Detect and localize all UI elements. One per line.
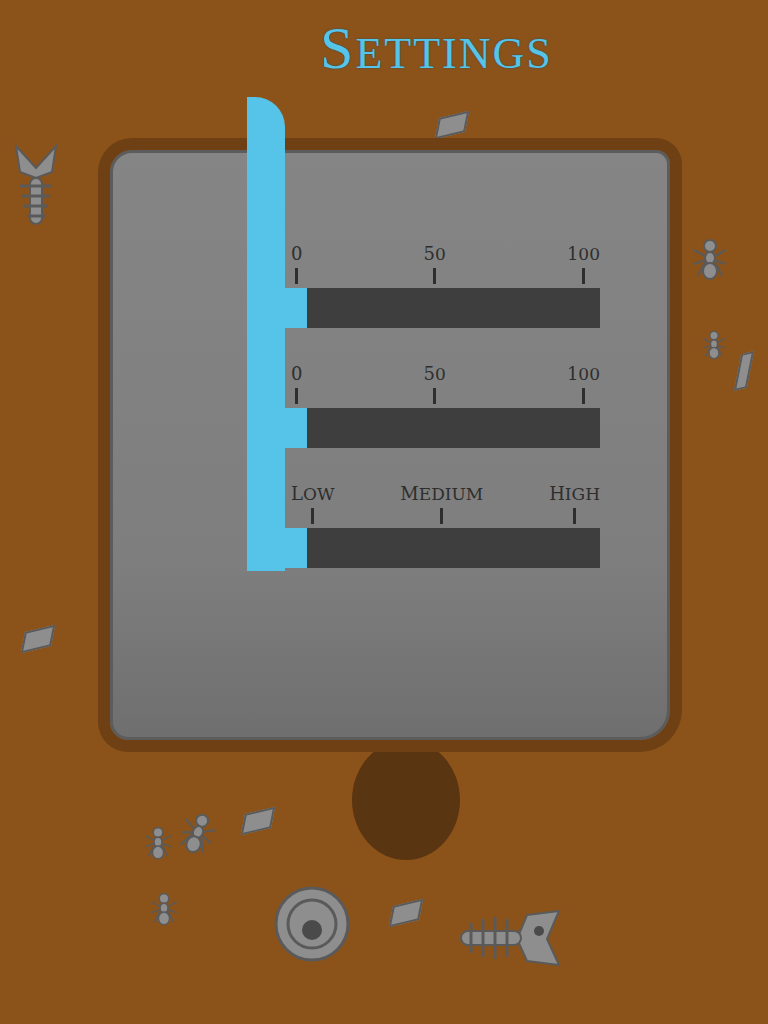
slider-scale: LOW MEDIUM HIGH: [285, 480, 600, 528]
scale-tick: 50: [424, 244, 446, 288]
water-pipe: [247, 153, 285, 571]
slider-bar: [285, 408, 600, 448]
scale-tick: 100: [567, 364, 600, 408]
rock-shard: [389, 899, 424, 927]
scale-tick: HIGH: [549, 484, 600, 528]
tick-label: HIGH: [549, 484, 600, 504]
ant-icon: [172, 804, 225, 859]
tick-mark: [295, 388, 298, 404]
fish-skeleton-icon: [455, 905, 565, 971]
slider-track[interactable]: [307, 408, 600, 448]
pipe-connector: [285, 288, 307, 328]
ant-icon: [142, 824, 174, 859]
tick-label: 100: [567, 244, 600, 264]
tick-mark: [440, 508, 443, 524]
tick-mark: [582, 268, 585, 284]
slider-track[interactable]: [307, 288, 600, 328]
ant-icon: [148, 890, 180, 925]
slider-bar: [285, 288, 600, 328]
ant-icon: [700, 329, 728, 360]
ant-icon: [690, 236, 730, 280]
scale-tick: 0: [291, 244, 302, 288]
tick-label: 0: [291, 364, 302, 384]
tick-label: MEDIUM: [400, 484, 483, 504]
tick-label: 50: [424, 244, 446, 264]
tick-mark: [433, 388, 436, 404]
slider-scale: 0 50 100: [285, 240, 600, 288]
dirt-hole: [352, 740, 460, 860]
slider: LOW MEDIUM HIGH: [285, 480, 600, 568]
scale-tick: 0: [291, 364, 302, 408]
fish-skeleton-icon: [8, 142, 64, 232]
rock-shard: [734, 351, 754, 391]
slider-list: 0 50 100 0 50 100 LOW MEDIUM HIGH: [285, 153, 600, 571]
tick-label: 100: [567, 364, 600, 384]
tick-mark: [433, 268, 436, 284]
scale-tick: 100: [567, 244, 600, 288]
tick-label: 0: [291, 244, 302, 264]
scale-tick: MEDIUM: [400, 484, 483, 528]
pipe-connector: [285, 528, 307, 568]
slider-scale: 0 50 100: [285, 360, 600, 408]
tick-label: LOW: [291, 484, 334, 504]
ammonite-icon: [272, 884, 352, 964]
tick-mark: [573, 508, 576, 524]
tick-mark: [582, 388, 585, 404]
settings-controls: 0 50 100 0 50 100 LOW MEDIUM HIGH: [247, 153, 667, 571]
stone-panel: 0 50 100 0 50 100 LOW MEDIUM HIGH: [110, 150, 670, 740]
slider-track[interactable]: [307, 528, 600, 568]
rock-shard: [241, 807, 276, 835]
tick-mark: [295, 268, 298, 284]
rock-shard: [435, 111, 470, 139]
rock-shard: [21, 625, 56, 653]
tick-label: 50: [424, 364, 446, 384]
tick-mark: [311, 508, 314, 524]
scale-tick: 50: [424, 364, 446, 408]
settings-title: SETTINGS: [0, 0, 768, 80]
slider: 0 50 100: [285, 240, 600, 328]
pipe-connector: [285, 408, 307, 448]
settings-screen: SETTINGS 0 50 100 0 50 100 LOW MEDIUM HIGH: [0, 0, 768, 1024]
slider: 0 50 100: [285, 360, 600, 448]
slider-bar: [285, 528, 600, 568]
scale-tick: LOW: [291, 484, 334, 528]
